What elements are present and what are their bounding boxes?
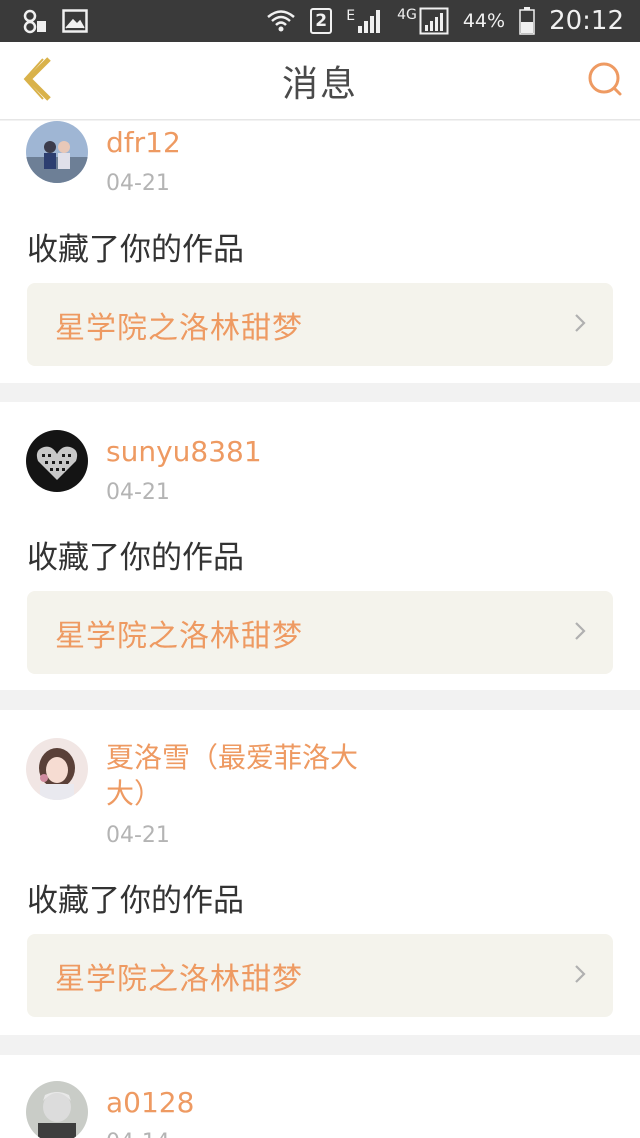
signal-outline-icon [419,7,449,35]
signal-icon [357,8,383,34]
status-right: 2 E 4G 44% 20:12 [266,6,624,36]
message-date: 04-14 [106,1130,170,1138]
message-card: a0128 04-14 [0,1055,640,1138]
wifi-icon [266,8,296,34]
avatar[interactable] [26,1081,88,1138]
message-date: 04-21 [106,480,170,505]
username[interactable]: 夏洛雪（最爱菲洛大大） [106,740,386,812]
search-icon [587,61,623,101]
avatar[interactable] [26,738,88,800]
clock: 20:12 [549,6,624,36]
message-date: 04-21 [106,171,170,196]
chevron-right-icon [573,620,587,646]
message-card: 夏洛雪（最爱菲洛大大） 04-21 收藏了你的作品 星学院之洛林甜梦 [0,710,640,1035]
message-card: sunyu8381 04-21 收藏了你的作品 星学院之洛林甜梦 [0,402,640,690]
signal-e-group: E [346,8,383,34]
sim-indicator: 2 [310,8,333,34]
username[interactable]: sunyu8381 [106,434,262,470]
network-4g-label: 4G [397,7,417,23]
search-button[interactable] [584,60,626,102]
username[interactable]: dfr12 [106,125,181,161]
network-e-label: E [346,8,356,24]
message-action: 收藏了你的作品 [27,232,244,268]
page-title: 消息 [281,64,358,105]
work-title: 星学院之洛林甜梦 [55,618,303,654]
status-bar: 2 E 4G 44% 20:12 [0,0,640,42]
username[interactable]: a0128 [106,1085,194,1121]
battery-icon [519,7,535,35]
work-title: 星学院之洛林甜梦 [55,310,303,346]
avatar[interactable] [26,121,88,183]
message-action: 收藏了你的作品 [27,540,244,576]
signal-4g-group: 4G [397,7,449,35]
app-header: 消息 [0,42,640,120]
work-link[interactable]: 星学院之洛林甜梦 [27,591,613,674]
battery-percent: 44% [462,10,506,32]
avatar[interactable] [26,430,88,492]
status-left [22,8,88,34]
usb-settings-icon [22,8,48,34]
message-date: 04-21 [106,823,170,848]
work-link[interactable]: 星学院之洛林甜梦 [27,934,613,1017]
message-card: dfr12 04-21 收藏了你的作品 星学院之洛林甜梦 [0,121,640,383]
chevron-right-icon [573,963,587,989]
chevron-right-icon [573,312,587,338]
message-action: 收藏了你的作品 [27,883,244,919]
image-icon [62,9,88,33]
work-link[interactable]: 星学院之洛林甜梦 [27,283,613,366]
work-title: 星学院之洛林甜梦 [55,961,303,997]
